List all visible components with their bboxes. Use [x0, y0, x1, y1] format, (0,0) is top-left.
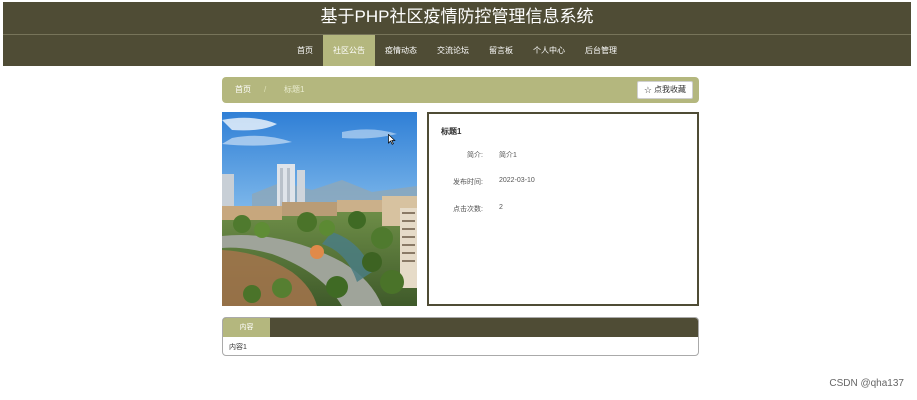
content-section: 内容 内容1 — [222, 317, 699, 356]
info-label: 简介: — [467, 152, 483, 159]
favorite-button[interactable]: ☆ 点我收藏 — [636, 81, 693, 99]
info-value: 2 — [499, 204, 503, 211]
announcement-title: 标题1 — [441, 127, 462, 136]
content-tabbar: 内容 — [223, 318, 698, 337]
info-label: 点击次数: — [453, 206, 483, 213]
mouse-pointer-icon — [388, 134, 396, 145]
watermark: CSDN @qha137 — [829, 378, 904, 389]
nav-item-epidemic-news[interactable]: 疫情动态 — [375, 35, 427, 66]
site-header: 基于PHP社区疫情防控管理信息系统 首页 社区公告 疫情动态 交流论坛 留言板 … — [3, 2, 911, 66]
breadcrumb-current: 标题1 — [284, 85, 305, 94]
star-outline-icon: ☆ — [643, 85, 652, 95]
nav-item-forum[interactable]: 交流论坛 — [427, 35, 479, 66]
main-nav: 首页 社区公告 疫情动态 交流论坛 留言板 个人中心 后台管理 — [3, 35, 911, 66]
breadcrumb-separator: / — [264, 85, 267, 94]
info-value: 简介1 — [499, 152, 517, 159]
site-title: 基于PHP社区疫情防控管理信息系统 — [320, 7, 594, 26]
nav-item-announcements[interactable]: 社区公告 — [323, 35, 375, 66]
info-value: 2022-03-10 — [499, 177, 535, 184]
tab-content[interactable]: 内容 — [223, 318, 270, 337]
favorite-button-label: 点我收藏 — [654, 85, 686, 94]
info-label: 发布时间: — [453, 179, 483, 186]
nav-item-message-board[interactable]: 留言板 — [479, 35, 523, 66]
info-row-publish-time: 发布时间: 2022-03-10 — [429, 177, 697, 189]
info-row-summary: 简介: 简介1 — [429, 150, 697, 162]
announcement-info-panel: 标题1 简介: 简介1 发布时间: 2022-03-10 点击次数: 2 — [427, 112, 699, 306]
nav-item-home[interactable]: 首页 — [287, 35, 323, 66]
nav-item-admin[interactable]: 后台管理 — [575, 35, 627, 66]
nav-item-personal-center[interactable]: 个人中心 — [523, 35, 575, 66]
content-text: 内容1 — [229, 344, 247, 351]
breadcrumb: 首页 / 标题1 ☆ 点我收藏 — [222, 77, 699, 103]
breadcrumb-home-link[interactable]: 首页 — [235, 77, 251, 103]
info-row-click-count: 点击次数: 2 — [429, 204, 697, 216]
